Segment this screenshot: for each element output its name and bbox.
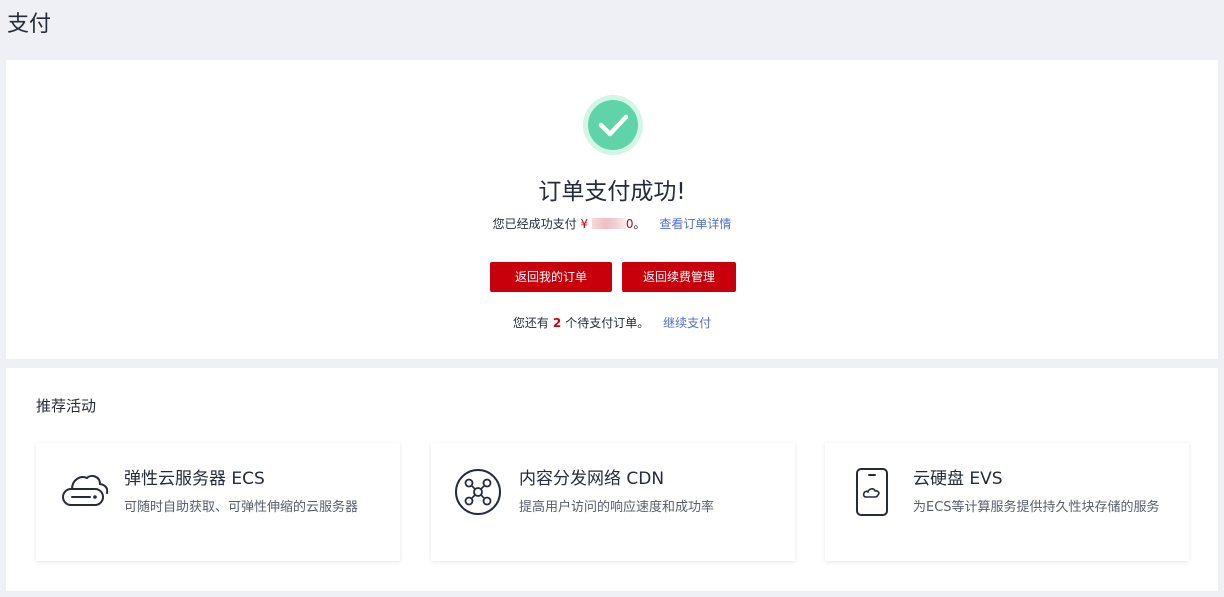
- amount-visible-digits: 0: [625, 217, 634, 231]
- cloud-disk-icon: [856, 468, 888, 516]
- page-title: 支付: [7, 12, 52, 37]
- cloud-server-icon: [62, 475, 108, 506]
- currency-symbol: ¥: [580, 217, 589, 231]
- order-detail-link[interactable]: 查看订单详情: [659, 217, 731, 231]
- product-name: 云硬盘 EVS: [913, 469, 1003, 489]
- product-card-evs[interactable]: 云硬盘 EVS 为ECS等计算服务提供持久性块存储的服务: [825, 443, 1189, 561]
- back-to-my-orders-button[interactable]: 返回我的订单: [490, 262, 612, 292]
- success-title: 订单支付成功!: [538, 179, 686, 205]
- product-name: 弹性云服务器 ECS: [124, 469, 265, 489]
- pending-suffix: 个待支付订单。: [565, 316, 650, 330]
- payment-success-card: 订单支付成功! 您已经成功支付 ¥ 0。 查看订单详情 返回我的订单 返回续费管…: [6, 60, 1218, 359]
- success-check-icon: [583, 95, 643, 155]
- masked-amount: [591, 218, 626, 229]
- pending-prefix: 您还有: [512, 316, 549, 330]
- network-nodes-icon: [455, 469, 501, 515]
- product-description: 可随时自助获取、可弹性伸缩的云服务器: [124, 500, 359, 515]
- product-card-ecs[interactable]: 弹性云服务器 ECS 可随时自助获取、可弹性伸缩的云服务器: [36, 443, 400, 561]
- paid-prefix: 您已经成功支付: [492, 217, 577, 231]
- amount-suffix: 。: [633, 217, 646, 231]
- product-card-cdn[interactable]: 内容分发网络 CDN 提高用户访问的响应速度和成功率: [431, 443, 795, 561]
- paid-amount: ¥ 0: [580, 217, 633, 231]
- section-title: 推荐活动: [36, 397, 97, 415]
- pending-count: 2: [552, 316, 562, 330]
- product-description: 为ECS等计算服务提供持久性块存储的服务: [913, 500, 1160, 515]
- recommended-activities-card: 推荐活动 弹性云服务器 ECS 可随时自助获取、可弹性伸缩的云服务器 内容分发网…: [6, 368, 1218, 591]
- back-to-renewal-button[interactable]: 返回续费管理: [622, 262, 736, 292]
- product-name: 内容分发网络 CDN: [519, 469, 665, 489]
- continue-payment-link[interactable]: 继续支付: [663, 316, 711, 330]
- paid-amount-line: 您已经成功支付 ¥ 0。 查看订单详情: [6, 215, 1218, 233]
- pending-orders-line: 您还有 2 个待支付订单。 继续支付: [6, 314, 1218, 332]
- product-description: 提高用户访问的响应速度和成功率: [519, 500, 715, 515]
